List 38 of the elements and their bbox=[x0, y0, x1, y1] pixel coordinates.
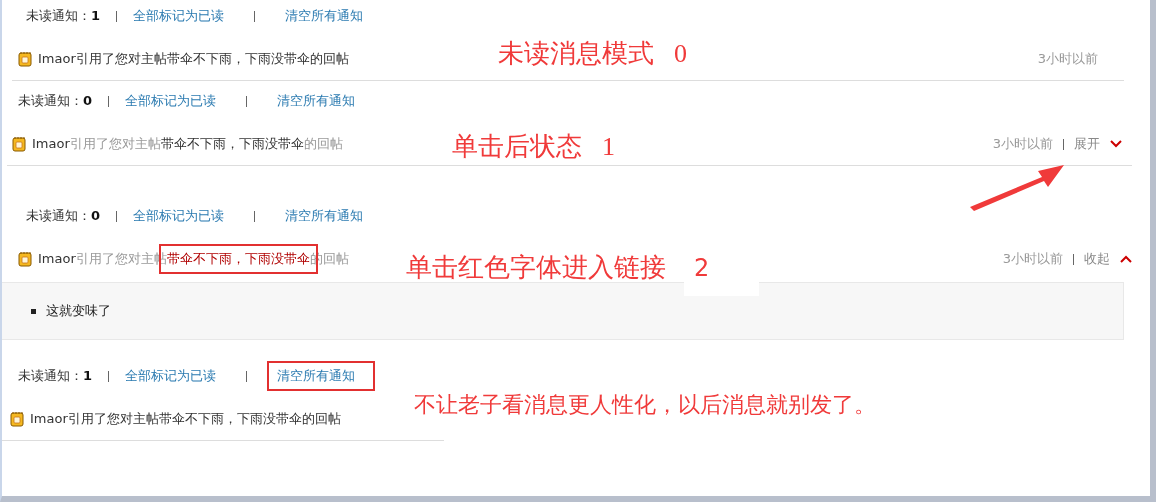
notebook-icon bbox=[18, 251, 32, 267]
time-label: 3小时以前 bbox=[1002, 250, 1063, 268]
clear-all-link[interactable]: 清空所有通知 bbox=[277, 367, 356, 385]
annotation-text: 未读消息模式 bbox=[498, 38, 654, 70]
annotation-number: 1 bbox=[602, 132, 615, 162]
notebook-icon bbox=[18, 51, 32, 67]
unread-count: 未读通知：1 bbox=[18, 367, 93, 385]
mark-all-read-link[interactable]: 全部标记为已读 bbox=[125, 92, 217, 110]
notebook-icon bbox=[10, 411, 24, 427]
annotation-text: 不让老子看消息更人性化，以后消息就别发了。 bbox=[414, 391, 876, 419]
post-title-link[interactable]: 带伞不下雨，下雨没带伞 bbox=[158, 410, 302, 428]
clear-all-link[interactable]: 清空所有通知 bbox=[285, 207, 364, 225]
post-title-link[interactable]: 带伞不下雨，下雨没带伞 bbox=[166, 50, 310, 68]
toggle-button[interactable]: 收起 bbox=[1084, 250, 1132, 268]
unread-count: 未读通知：0 bbox=[18, 92, 93, 110]
time-label: 3小时以前 bbox=[1037, 50, 1098, 68]
toggle-button[interactable]: 展开 bbox=[1074, 135, 1122, 153]
chevron-down-icon bbox=[1110, 140, 1122, 148]
bullet-icon bbox=[31, 308, 36, 314]
annotation-text: 单击后状态 bbox=[452, 131, 582, 163]
notification-text: Imaor引用了您对主帖带伞不下雨，下雨没带伞的回帖 bbox=[32, 135, 343, 153]
mark-all-read-link[interactable]: 全部标记为已读 bbox=[133, 207, 225, 225]
chevron-up-icon bbox=[1120, 255, 1132, 263]
post-title-link[interactable]: 带伞不下雨，下雨没带伞 bbox=[160, 135, 304, 153]
mark-all-read-link[interactable]: 全部标记为已读 bbox=[133, 7, 225, 25]
unread-count: 未读通知：1 bbox=[26, 7, 101, 25]
annotation-text: 单击红色字体进入链接 bbox=[406, 252, 666, 284]
reply-text: 这就变味了 bbox=[46, 302, 111, 320]
mark-all-read-link[interactable]: 全部标记为已读 bbox=[125, 367, 217, 385]
time-label: 3小时以前 bbox=[992, 135, 1053, 153]
notification-text: Imaor引用了您对主帖带伞不下雨，下雨没带伞的回帖 bbox=[38, 50, 349, 68]
post-title-link[interactable]: 带伞不下雨，下雨没带伞 bbox=[166, 250, 310, 268]
annotation-number: 0 bbox=[674, 39, 687, 69]
clear-all-link[interactable]: 清空所有通知 bbox=[285, 7, 364, 25]
notebook-icon bbox=[12, 136, 26, 152]
unread-count: 未读通知：0 bbox=[26, 207, 101, 225]
clear-all-link[interactable]: 清空所有通知 bbox=[277, 92, 356, 110]
notification-text: Imaor引用了您对主帖带伞不下雨，下雨没带伞的回帖 bbox=[30, 410, 341, 428]
